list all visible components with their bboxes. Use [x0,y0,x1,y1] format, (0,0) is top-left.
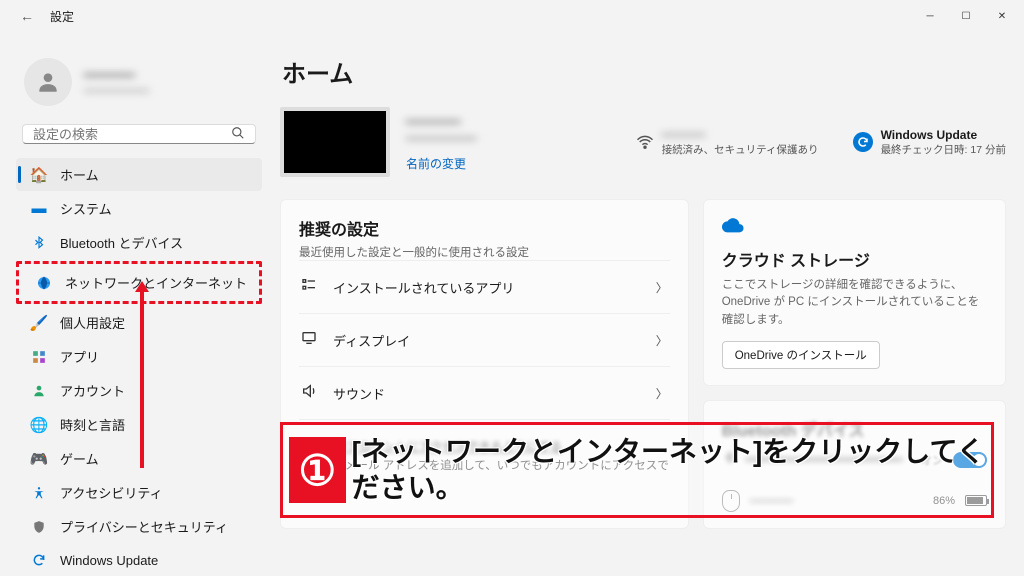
annotation-arrow [140,290,144,468]
cloud-desc: ここでストレージの詳細を確認できるように、OneDrive が PC にインスト… [722,277,987,329]
sidebar-item-label: アプリ [60,347,99,366]
sidebar-item-time-language[interactable]: 🌐 時刻と言語 [16,408,262,441]
sidebar: ━━━━━━ ━━━━━━━━━ 🏠 ホーム ▬ システム [0,32,270,576]
sidebar-item-label: Bluetooth とデバイス [60,233,183,252]
home-icon: 🏠 [30,166,48,184]
sound-icon [301,383,319,403]
sidebar-item-label: システム [60,199,112,218]
sidebar-item-home[interactable]: 🏠 ホーム [16,158,262,191]
rename-link[interactable]: 名前の変更 [406,155,476,172]
annotation-text: [ネットワークとインターネット]をクリックしてください。 [352,434,991,507]
onedrive-install-button[interactable]: OneDrive のインストール [722,341,880,369]
bluetooth-icon [30,234,48,252]
wifi-ssid: ━━━━━━ [662,128,819,142]
search-box[interactable] [22,124,256,144]
close-button[interactable]: ✕ [984,2,1020,30]
windows-update-icon [30,551,48,569]
cloud-storage-card: クラウド ストレージ ここでストレージの詳細を確認できるように、OneDrive… [703,199,1006,386]
apps-list-icon [301,277,319,297]
sidebar-item-label: 時刻と言語 [60,415,125,434]
windows-update-block[interactable]: Windows Update 最終チェック日時: 17 分前 [853,128,1006,157]
pc-name: ━━━━━━ [406,113,476,131]
back-icon[interactable]: ← [20,8,34,24]
display-icon [301,330,319,350]
personalization-icon: 🖌️ [30,314,48,332]
system-icon: ▬ [30,200,48,218]
annotation-number: ① [289,437,346,503]
accounts-icon [30,382,48,400]
sidebar-item-label: Windows Update [60,553,158,568]
search-input[interactable] [33,127,231,142]
chevron-right-icon: 〉 [656,332,668,349]
update-icon [853,132,873,152]
setting-label: ディスプレイ [333,331,642,350]
apps-icon [30,348,48,366]
accessibility-icon [30,484,48,502]
setting-row-display[interactable]: ディスプレイ 〉 [299,313,670,366]
sidebar-item-label: 個人用設定 [60,313,125,332]
sidebar-item-label: アカウント [60,381,125,400]
chevron-right-icon: 〉 [656,385,668,402]
chevron-right-icon: 〉 [656,279,668,296]
pc-thumbnail [280,107,390,177]
titlebar: ← 設定 ─ ☐ ✕ [0,0,1024,32]
cloud-icon [722,216,987,239]
sidebar-item-gaming[interactable]: 🎮 ゲーム [16,442,262,475]
privacy-icon [30,518,48,536]
search-icon [231,126,245,143]
window-controls: ─ ☐ ✕ [912,2,1020,30]
sidebar-item-label: ネットワークとインターネット [65,273,247,292]
gaming-icon: 🎮 [30,450,48,468]
nav: 🏠 ホーム ▬ システム Bluetooth とデバイス ネットワークとインター… [16,158,262,576]
wifi-status-block[interactable]: ━━━━━━ 接続済み、セキュリティ保護あり [636,128,819,157]
annotation-callout: ① [ネットワークとインターネット]をクリックしてください。 [280,422,994,518]
wu-title: Windows Update [881,128,1006,142]
user-email: ━━━━━━━━━ [84,84,149,98]
setting-row-sound[interactable]: サウンド 〉 [299,366,670,420]
page-title: ホーム [282,54,1006,89]
sidebar-item-label: アクセシビリティ [60,483,163,502]
sidebar-item-privacy[interactable]: プライバシーとセキュリティ [16,510,262,543]
wifi-icon [636,133,654,151]
avatar [24,58,72,106]
pc-model: ━━━━━━━━━ [406,131,476,147]
window-title: 設定 [50,8,74,25]
sidebar-item-apps[interactable]: アプリ [16,340,262,373]
minimize-button[interactable]: ─ [912,2,948,30]
user-text: ━━━━━━ ━━━━━━━━━ [84,67,149,98]
sidebar-item-label: プライバシーとセキュリティ [60,517,228,536]
device-header-row: ━━━━━━ ━━━━━━━━━ 名前の変更 ━━━━━━ 接続済み、セキュリテ… [280,107,1006,177]
sidebar-item-label: ゲーム [60,449,99,468]
recommended-subtitle: 最近使用した設定と一般的に使用される設定 [299,244,670,260]
sidebar-item-windows-update[interactable]: Windows Update [16,544,262,576]
cloud-title: クラウド ストレージ [722,247,987,271]
recommended-title: 推奨の設定 [299,216,670,240]
setting-label: インストールされているアプリ [333,278,642,297]
sidebar-item-bluetooth[interactable]: Bluetooth とデバイス [16,226,262,259]
wu-status: 最終チェック日時: 17 分前 [881,142,1006,157]
setting-row-installed-apps[interactable]: インストールされているアプリ 〉 [299,260,670,313]
user-name: ━━━━━━ [84,67,149,84]
user-block[interactable]: ━━━━━━ ━━━━━━━━━ [16,36,262,124]
sidebar-item-personalization[interactable]: 🖌️ 個人用設定 [16,306,262,339]
maximize-button[interactable]: ☐ [948,2,984,30]
setting-label: サウンド [333,384,642,403]
sidebar-item-system[interactable]: ▬ システム [16,192,262,225]
sidebar-item-accounts[interactable]: アカウント [16,374,262,407]
time-language-icon: 🌐 [30,416,48,434]
pc-info: ━━━━━━ ━━━━━━━━━ 名前の変更 [406,113,476,172]
wifi-status-text: 接続済み、セキュリティ保護あり [662,142,819,157]
person-icon [35,69,61,95]
network-icon [35,274,53,292]
sidebar-item-accessibility[interactable]: アクセシビリティ [16,476,262,509]
sidebar-item-label: ホーム [60,165,99,184]
